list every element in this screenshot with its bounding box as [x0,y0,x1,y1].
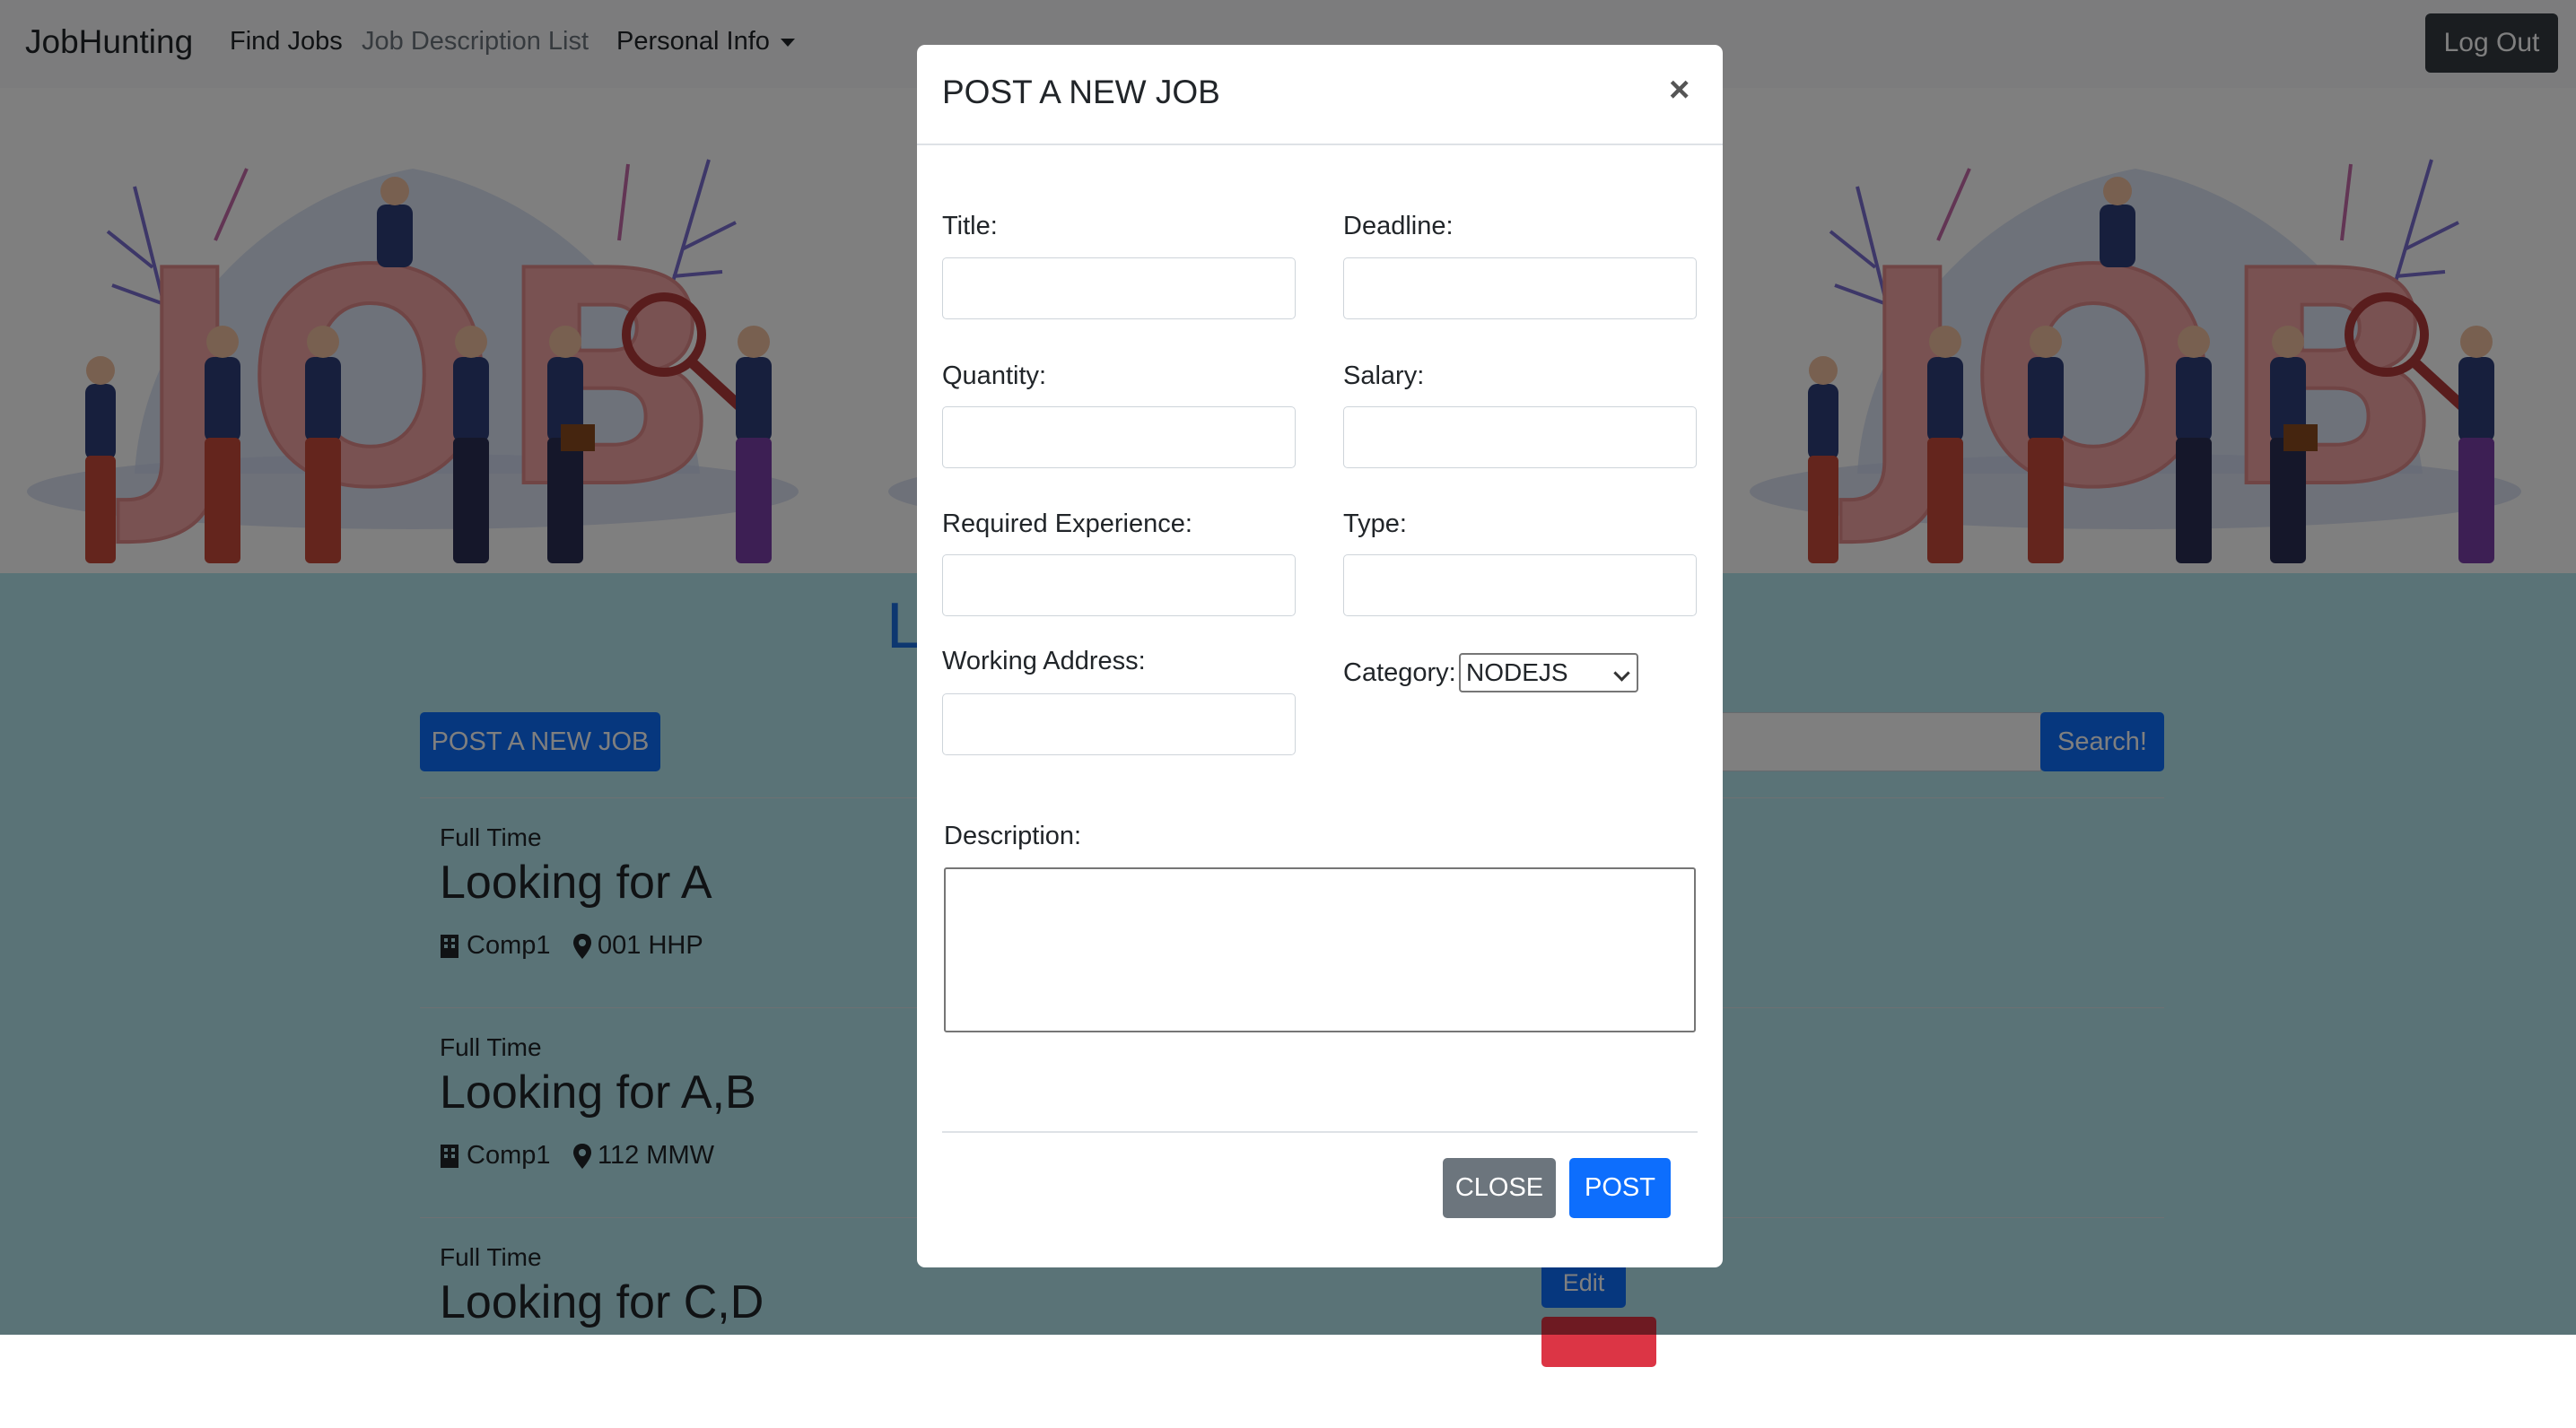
required-experience-input[interactable] [942,554,1296,616]
deadline-label: Deadline: [1343,212,1454,240]
chevron-down-icon [1613,665,1630,682]
close-icon[interactable]: × [1669,70,1690,110]
category-select[interactable]: NODEJS [1459,653,1638,692]
working-address-label: Working Address: [942,647,1146,675]
title-label: Title: [942,212,998,240]
modal-footer-divider [942,1131,1698,1133]
salary-input[interactable] [1343,406,1697,468]
working-address-input[interactable] [942,693,1296,755]
quantity-label: Quantity: [942,361,1047,390]
category-label: Category: [1343,658,1456,687]
description-label: Description: [944,822,1082,850]
type-input[interactable] [1343,554,1697,616]
type-label: Type: [1343,509,1407,538]
salary-label: Salary: [1343,361,1425,390]
modal-title: POST A NEW JOB [942,74,1220,110]
required-experience-label: Required Experience: [942,509,1192,538]
category-selected-value: NODEJS [1466,658,1568,686]
close-button[interactable]: CLOSE [1443,1158,1556,1218]
deadline-input[interactable] [1343,257,1697,319]
title-input[interactable] [942,257,1296,319]
quantity-input[interactable] [942,406,1296,468]
description-textarea[interactable] [944,867,1696,1032]
modal-header: POST A NEW JOB × [917,45,1723,145]
post-job-modal: POST A NEW JOB × Title: Deadline: Quanti… [917,45,1723,1267]
post-button[interactable]: POST [1569,1158,1671,1218]
